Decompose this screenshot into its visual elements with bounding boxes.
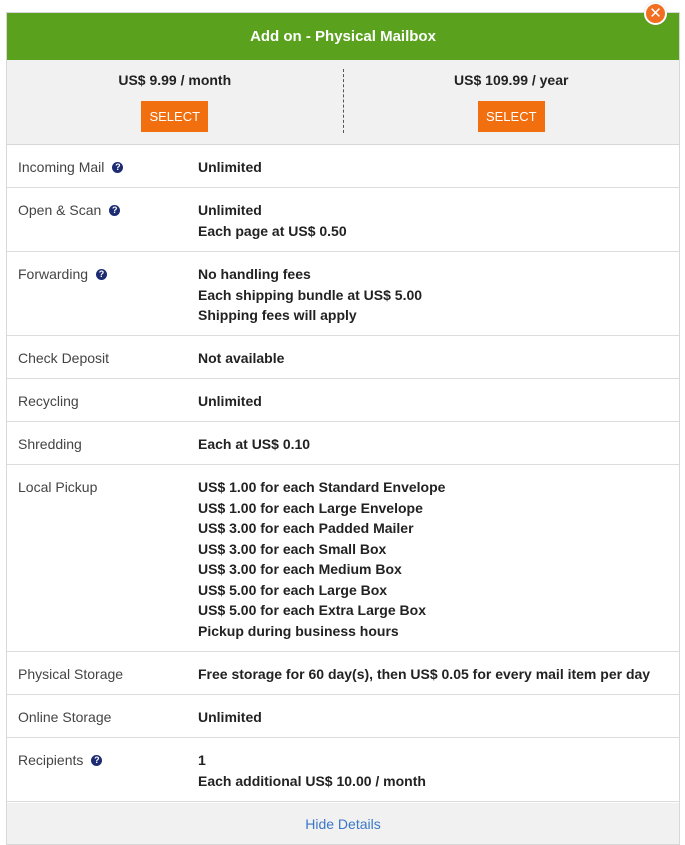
close-icon[interactable]: ✕ <box>644 2 667 25</box>
feature-label-text: Physical Storage <box>18 666 124 682</box>
feature-value-line: Unlimited <box>198 202 262 218</box>
feature-row: Check Deposit Not available <box>7 336 679 379</box>
feature-value-line: Each at US$ 0.10 <box>198 436 311 452</box>
feature-label: Incoming Mail? <box>7 157 198 187</box>
feature-label: Shredding <box>7 434 198 464</box>
feature-value: Unlimited <box>198 707 679 737</box>
feature-label-text: Check Deposit <box>18 350 110 366</box>
feature-value-line: Unlimited <box>198 393 262 409</box>
feature-label: Forwarding? <box>7 264 198 335</box>
feature-label-text: Forwarding <box>18 266 89 282</box>
help-icon[interactable]: ? <box>109 205 121 216</box>
help-icon[interactable]: ? <box>96 269 108 280</box>
feature-value-line: US$ 1.00 for each Standard Envelope <box>198 479 446 495</box>
feature-value-line: Each additional US$ 10.00 / month <box>198 772 426 789</box>
plan-yearly: US$ 109.99 / year SELECT <box>344 60 680 144</box>
feature-row: Forwarding? No handling fees Each shipping… <box>7 252 679 336</box>
feature-label: Local Pickup <box>7 477 198 651</box>
feature-value-line: Unlimited <box>198 159 262 175</box>
feature-value-line: US$ 3.00 for each Padded Mailer <box>198 520 414 536</box>
select-yearly-button[interactable]: SELECT <box>477 101 545 132</box>
feature-row: Recipients? 1 Each additional US$ 10.00 / … <box>7 738 679 802</box>
feature-label: Online Storage <box>7 707 198 737</box>
addon-panel: Add on - Physical Mailbox US$ 9.99 / mon… <box>6 12 680 845</box>
feature-value-line: US$ 5.00 for each Extra Large Box <box>198 602 426 618</box>
feature-value-line: No handling fees <box>198 266 311 282</box>
plan-options: US$ 9.99 / month SELECT US$ 109.99 / yea… <box>7 60 679 145</box>
feature-row: Shredding Each at US$ 0.10 <box>7 422 679 465</box>
feature-value-line: Shipping fees will apply <box>198 307 357 323</box>
feature-value-line: Pickup during business hours <box>198 622 399 639</box>
feature-row: Recycling Unlimited <box>7 379 679 422</box>
feature-value: No handling fees Each shipping bundle at … <box>198 264 679 335</box>
feature-value-line: Free storage for 60 day(s), then US$ 0.0… <box>198 666 651 682</box>
feature-label-text: Incoming Mail <box>18 159 105 175</box>
feature-label-text: Shredding <box>18 436 82 452</box>
feature-value-line: 1 <box>198 752 206 768</box>
feature-value-line: Unlimited <box>198 709 262 725</box>
feature-value-line: Each shipping bundle at US$ 5.00 <box>198 286 423 303</box>
feature-value: US$ 1.00 for each Standard Envelope US$ 1… <box>198 477 679 651</box>
feature-value-line: Each page at US$ 0.50 <box>198 222 347 239</box>
feature-value-line: US$ 5.00 for each Large Box <box>198 581 388 598</box>
feature-value-line: US$ 3.00 for each Medium Box <box>198 561 402 577</box>
feature-table: Incoming Mail? Unlimited Open & Scan? Unlim… <box>7 145 679 802</box>
feature-label-text: Recycling <box>18 393 79 409</box>
feature-label-text: Open & Scan <box>18 202 102 218</box>
panel-title: Add on - Physical Mailbox <box>250 28 436 45</box>
feature-label-text: Recipients <box>18 752 84 768</box>
feature-value: Each at US$ 0.10 <box>198 434 679 464</box>
feature-value: Not available <box>198 348 679 378</box>
feature-label: Physical Storage <box>7 664 198 694</box>
feature-value-line: US$ 3.00 for each Small Box <box>198 540 387 557</box>
plan-price: US$ 109.99 / year <box>454 72 569 88</box>
feature-value: Unlimited Each page at US$ 0.50 <box>198 200 679 251</box>
feature-value-line: US$ 1.00 for each Large Envelope <box>198 499 423 516</box>
feature-value: 1 Each additional US$ 10.00 / month <box>198 750 679 801</box>
feature-value: Unlimited <box>198 157 679 187</box>
panel-footer: Hide Details <box>7 803 679 844</box>
panel-header: Add on - Physical Mailbox <box>7 13 679 60</box>
feature-label: Recycling <box>7 391 198 421</box>
feature-value: Free storage for 60 day(s), then US$ 0.0… <box>198 664 679 694</box>
select-monthly-button[interactable]: SELECT <box>141 101 209 132</box>
feature-row: Open & Scan? Unlimited Each page at US$ 0.… <box>7 188 679 252</box>
feature-row: Incoming Mail? Unlimited <box>7 145 679 188</box>
help-icon[interactable]: ? <box>91 755 103 766</box>
plan-monthly: US$ 9.99 / month SELECT <box>7 60 343 144</box>
feature-value-line: Not available <box>198 350 285 366</box>
feature-row: Physical Storage Free storage for 60 day(… <box>7 652 679 695</box>
feature-row: Local Pickup US$ 1.00 for each Standard E… <box>7 465 679 652</box>
feature-label-text: Local Pickup <box>18 479 98 495</box>
feature-label: Recipients? <box>7 750 198 801</box>
feature-label: Check Deposit <box>7 348 198 378</box>
feature-label: Open & Scan? <box>7 200 198 251</box>
hide-details-link[interactable]: Hide Details <box>305 816 380 832</box>
plan-price: US$ 9.99 / month <box>118 72 232 88</box>
feature-value: Unlimited <box>198 391 679 421</box>
feature-row: Online Storage Unlimited <box>7 695 679 738</box>
help-icon[interactable]: ? <box>112 162 124 173</box>
feature-label-text: Online Storage <box>18 709 112 725</box>
